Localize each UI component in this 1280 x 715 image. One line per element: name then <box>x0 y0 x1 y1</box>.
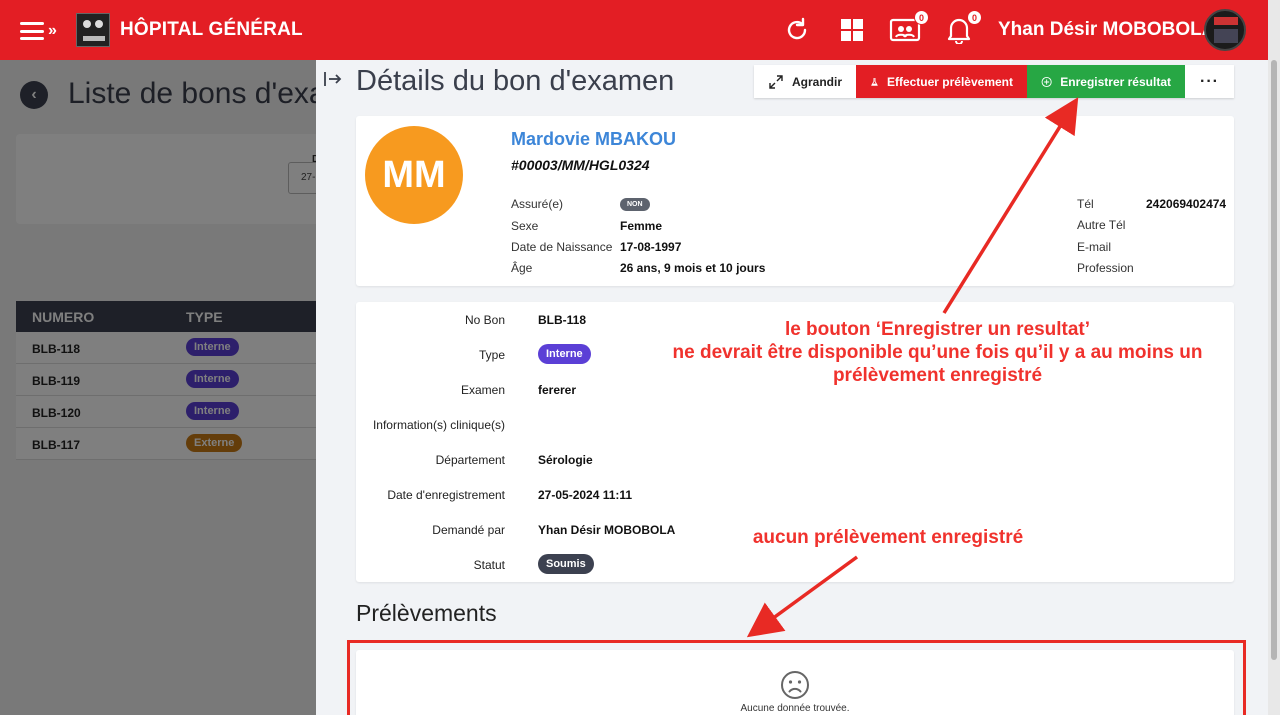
samples-section-title: Prélèvements <box>356 600 497 626</box>
messages-button[interactable]: 0 <box>889 10 929 44</box>
registration-date-label: Date d'enregistrement <box>387 488 505 502</box>
exam-details-panel: Détails du bon d'examen Agrandir Effectu… <box>316 60 1268 715</box>
email-label: E-mail <box>1077 240 1112 254</box>
annotation-note-1-line-3: prélèvement enregistré <box>832 365 1043 386</box>
patient-id: #00003/MM/HGL0324 <box>511 157 650 173</box>
action-toolbar: Agrandir Effectuer prélèvement Enregistr… <box>754 65 1234 98</box>
hamburger-icon <box>20 22 44 40</box>
double-chevron-right-icon: » <box>48 22 57 39</box>
dob-value: 17-08-1997 <box>620 240 682 254</box>
registration-date-value: 27-05-2024 11:11 <box>538 488 633 502</box>
expand-icon <box>769 74 783 89</box>
flask-icon <box>871 77 878 86</box>
order-number-value: BLB-118 <box>538 313 587 327</box>
save-result-button[interactable]: Enregistrer résultat <box>1027 65 1185 98</box>
annotation-note-1-line-1: le bouton ‘Enregistrer un resultat’ <box>784 319 1091 340</box>
sex-value: Femme <box>620 219 663 233</box>
notifications-count-badge: 0 <box>967 10 982 25</box>
profession-label: Profession <box>1077 261 1134 275</box>
requested-by-value: Yhan Désir MOBOBOLA <box>538 523 676 537</box>
more-dots-icon: ··· <box>1200 72 1219 90</box>
modal-backdrop[interactable] <box>0 60 316 715</box>
messages-count-badge: 0 <box>914 10 929 25</box>
notifications-button[interactable]: 0 <box>946 10 982 45</box>
save-result-button-label: Enregistrer résultat <box>1060 74 1171 89</box>
exam-value: fererer <box>538 383 577 397</box>
insured-label: Assuré(e) <box>511 197 564 211</box>
annotation-note-2: aucun prélèvement enregistré <box>752 527 1024 548</box>
patient-card: MM Mardovie MBAKOU #00003/MM/HGL0324 Ass… <box>356 116 1234 286</box>
age-value: 26 ans, 9 mois et 10 jours <box>620 261 766 275</box>
sex-label: Sexe <box>511 219 539 233</box>
page-scrollbar[interactable] <box>1268 0 1280 715</box>
more-options-button[interactable]: ··· <box>1185 65 1234 98</box>
details-title: Détails du bon d'examen <box>356 65 675 97</box>
take-sample-button-label: Effectuer prélèvement <box>886 74 1013 89</box>
expand-button[interactable]: Agrandir <box>754 65 856 98</box>
type-label: Type <box>478 348 505 362</box>
insured-badge: NON <box>620 198 650 211</box>
top-bar: » HÔPITAL GÉNÉRAL 0 0 Yhan Désir MOBOBOL… <box>0 0 1280 60</box>
type-badge: Interne <box>538 344 591 364</box>
user-avatar[interactable] <box>1204 9 1246 51</box>
refresh-icon[interactable] <box>783 16 811 44</box>
take-sample-button[interactable]: Effectuer prélèvement <box>856 65 1027 98</box>
hospital-logo <box>76 13 110 47</box>
menu-toggle-button[interactable]: » <box>20 19 57 43</box>
order-number-label: No Bon <box>464 313 505 327</box>
collapse-panel-icon[interactable] <box>323 70 343 93</box>
other-phone-label: Autre Tél <box>1077 218 1126 232</box>
phone-value: 242069402474 <box>1146 197 1227 211</box>
exam-label: Examen <box>460 383 505 397</box>
clinical-info-label: Information(s) clinique(s) <box>372 418 505 432</box>
annotation-note-1: le bouton ‘Enregistrer un resultat’ ne d… <box>610 318 1265 387</box>
patient-avatar: MM <box>365 126 463 224</box>
user-name[interactable]: Yhan Désir MOBOBOLA <box>998 19 1215 41</box>
expand-button-label: Agrandir <box>791 74 842 89</box>
dob-label: Date de Naissance <box>511 240 613 254</box>
phone-label: Tél <box>1077 197 1094 211</box>
status-label: Statut <box>473 558 505 572</box>
department-label: Département <box>435 453 505 467</box>
patient-name[interactable]: Mardovie MBAKOU <box>511 129 676 150</box>
hospital-name: HÔPITAL GÉNÉRAL <box>120 19 303 40</box>
dashboard-grid-icon[interactable] <box>838 16 866 44</box>
age-label: Âge <box>511 261 533 275</box>
department-value: Sérologie <box>538 453 593 467</box>
annotation-note-1-line-2: ne devrait être disponible qu’une fois q… <box>672 342 1203 363</box>
plus-circle-icon <box>1041 76 1052 87</box>
requested-by-label: Demandé par <box>432 523 505 537</box>
annotation-highlight-box <box>347 640 1246 715</box>
status-badge: Soumis <box>538 554 594 574</box>
scrollbar-thumb[interactable] <box>1271 60 1277 660</box>
